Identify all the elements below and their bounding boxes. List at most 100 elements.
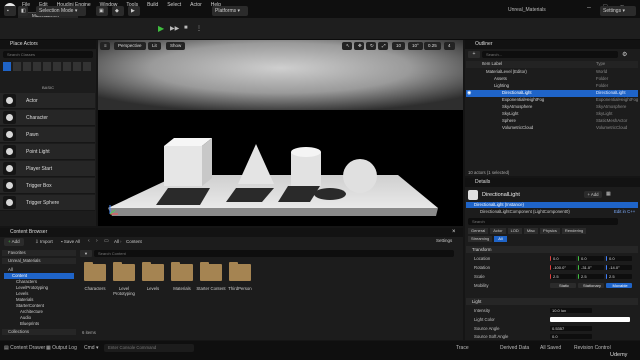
location-label[interactable]: Location <box>474 256 490 261</box>
place-actor-item[interactable]: Pawn <box>0 127 95 143</box>
place-actor-item[interactable]: Trigger Sphere <box>0 195 95 211</box>
outliner-search[interactable]: Search... <box>482 51 618 58</box>
scale-tool-icon[interactable]: ⤢ <box>378 42 388 50</box>
details-actor-name[interactable]: DirectionalLight <box>482 192 520 198</box>
light-color-swatch[interactable] <box>550 317 630 322</box>
all-saved-button[interactable]: All Saved <box>540 345 561 351</box>
scale-y[interactable]: 2.5 <box>578 274 604 279</box>
tree-row[interactable]: StarterContent <box>4 303 44 309</box>
cmd-dropdown[interactable]: Cmd ▾ <box>84 345 98 351</box>
lit-button[interactable]: Lit <box>148 42 161 50</box>
all-classes-tab[interactable] <box>83 62 91 71</box>
perspective-button[interactable]: Perspective <box>114 42 146 50</box>
cube-mesh[interactable] <box>164 146 202 186</box>
viewport-menu-button[interactable]: ≡ <box>100 42 110 50</box>
menu-select[interactable]: Select <box>167 2 181 8</box>
cinematic-tab[interactable] <box>43 62 51 71</box>
tree-row[interactable]: Architecture <box>4 309 43 315</box>
tree-row[interactable]: Blueprints <box>4 321 39 327</box>
place-actors-search[interactable]: Search Classes <box>3 51 93 58</box>
project-section[interactable]: Unreal_Materials <box>2 258 76 264</box>
mobility-static[interactable]: Static <box>550 283 576 288</box>
play-button[interactable]: ▶ <box>158 24 164 33</box>
filter-tab-lod[interactable]: LOD <box>507 228 522 234</box>
place-actor-item[interactable]: Point Light <box>0 144 95 160</box>
folder-tile[interactable] <box>142 262 164 281</box>
source-soft-angle-value[interactable]: 0.0 <box>550 334 592 339</box>
location-y[interactable]: 0.0 <box>578 256 604 261</box>
rotation-label[interactable]: Rotation <box>474 265 490 270</box>
geometry-tab[interactable] <box>63 62 71 71</box>
tree-row[interactable]: Materials <box>4 297 33 303</box>
rotation-x[interactable]: -100.0° <box>550 265 576 270</box>
outliner-row[interactable]: VolumetricCloud VolumetricCloud <box>466 125 638 132</box>
folder-icon[interactable]: ▭ <box>104 238 109 244</box>
selection-mode-dropdown[interactable]: Selection Mode ▾ <box>36 6 86 16</box>
rotate-tool-icon[interactable]: ↻ <box>366 42 376 50</box>
cb-filter-icon[interactable]: ▼ <box>80 250 92 257</box>
scale-x[interactable]: 2.5 <box>550 274 576 279</box>
light-section[interactable]: Light <box>466 298 638 305</box>
folder-tile[interactable] <box>113 262 135 281</box>
settings-button[interactable]: Settings ▾ <box>600 6 636 16</box>
move-tool-icon[interactable]: ✥ <box>354 42 364 50</box>
cb-import-button[interactable]: ⇩ Import <box>32 238 56 246</box>
tree-row[interactable]: Characters <box>4 279 37 285</box>
scale-z[interactable]: 2.5 <box>606 274 632 279</box>
menu-actor[interactable]: Actor <box>190 2 202 8</box>
cylinder-mesh[interactable] <box>291 152 321 186</box>
tree-row[interactable]: LevelPrototyping <box>4 285 48 291</box>
favorites-section[interactable]: Favorites <box>2 250 76 256</box>
mobility-stationary[interactable]: Stationary <box>578 283 604 288</box>
location-x[interactable]: 0.0 <box>550 256 576 261</box>
rotation-z[interactable]: -14.0° <box>606 265 632 270</box>
folder-tile[interactable] <box>229 262 251 281</box>
content-drawer-button[interactable]: ▤ Content Drawer <box>4 345 45 351</box>
mobility-movable[interactable]: Movable <box>606 283 632 288</box>
details-grid-icon[interactable]: ▦ <box>606 191 611 197</box>
details-add-button[interactable]: + Add <box>584 191 602 198</box>
cb-add-button[interactable]: + Add <box>4 238 24 246</box>
transform-section[interactable]: Transform <box>466 246 638 253</box>
filter-tab-streaming[interactable]: Streaming <box>468 236 493 242</box>
details-instance-row[interactable]: DirectionalLight (Instance) <box>466 202 638 208</box>
recent-tab[interactable] <box>3 62 11 71</box>
outliner-row[interactable]: SkyLight SkyLight <box>466 111 638 118</box>
nav-forward-icon[interactable]: › <box>96 238 98 244</box>
outliner-settings-icon[interactable]: ⚙ <box>622 51 627 58</box>
filter-tab-rendering[interactable]: Rendering <box>561 228 587 234</box>
filter-tab-actor[interactable]: Actor <box>490 228 506 234</box>
minimize-icon[interactable]: – <box>587 4 591 11</box>
tree-row-selected[interactable]: Content <box>4 273 74 279</box>
item-label-header[interactable]: Item Label <box>466 61 502 66</box>
visibility-eye-icon[interactable]: ◉ <box>467 90 471 96</box>
stop-icon[interactable]: ■ <box>184 25 188 31</box>
folder-tile[interactable] <box>171 262 193 281</box>
folder-tile[interactable] <box>84 262 106 281</box>
cb-path-content[interactable]: Content <box>126 239 142 244</box>
cb-search[interactable]: Search Content <box>94 250 454 257</box>
place-actor-item[interactable]: Actor <box>0 93 95 109</box>
location-z[interactable]: 0.0 <box>606 256 632 261</box>
console-input[interactable]: Enter Console Command <box>104 344 194 352</box>
cinematics-icon[interactable]: ▶ <box>128 6 140 16</box>
trace-button[interactable]: Trace <box>456 345 469 351</box>
filter-tab-all[interactable]: All <box>494 236 507 242</box>
outliner-row[interactable]: ExponentialHeightFog ExponentialHeightFog <box>466 97 638 104</box>
sphere-mesh[interactable] <box>343 159 377 193</box>
details-search[interactable]: Search <box>468 218 618 225</box>
nav-back-icon[interactable]: ‹ <box>88 238 90 244</box>
grid-snap-button[interactable]: 10 <box>392 42 406 50</box>
camera-speed-button[interactable]: 4 <box>444 42 455 50</box>
source-angle-value[interactable]: 0.5357 <box>550 326 592 331</box>
collections-section[interactable]: Collections <box>2 329 76 335</box>
filter-tab-physics[interactable]: Physics <box>540 228 560 234</box>
tree-row[interactable]: Levels <box>4 291 28 297</box>
cb-settings-button[interactable]: Settings <box>436 238 452 243</box>
play-options-icon[interactable]: ⋮ <box>196 25 202 32</box>
step-icon[interactable]: ▶▶ <box>170 25 179 32</box>
revision-control-button[interactable]: Revision Control <box>574 345 611 351</box>
modes-icon[interactable]: ◧ <box>18 6 28 16</box>
output-log-button[interactable]: ▦ Output Log <box>46 345 77 351</box>
blueprint-icon[interactable]: ◆ <box>112 6 124 16</box>
